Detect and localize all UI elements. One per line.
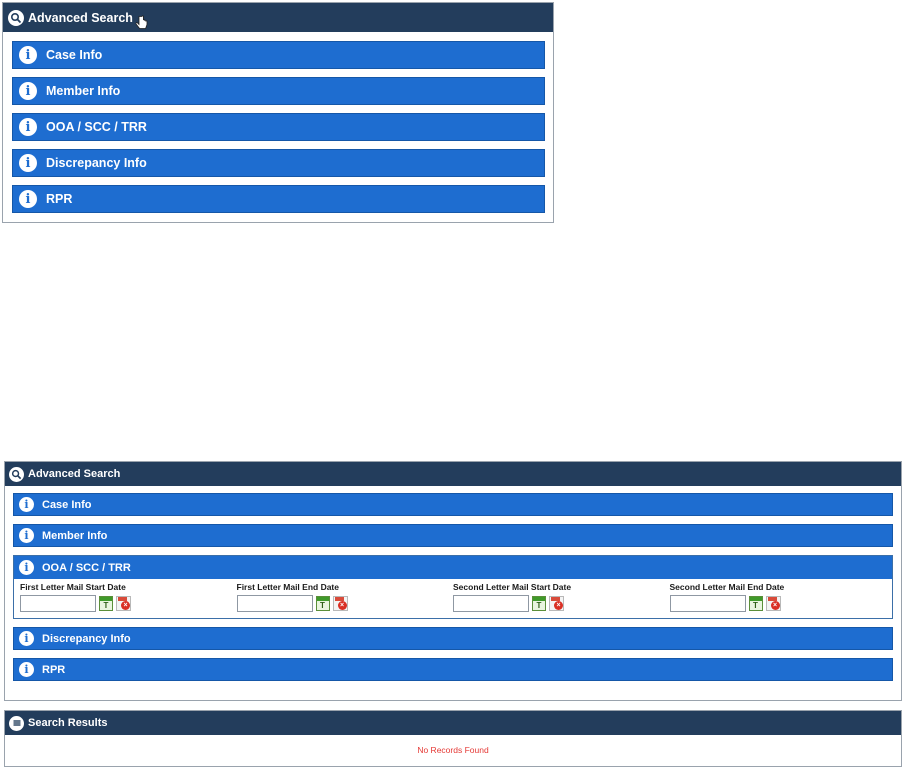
section-bar-rpr[interactable]: i RPR [13, 658, 893, 681]
info-icon: i [19, 118, 37, 136]
search-results-panel: Search Results No Records Found [4, 710, 902, 767]
section-label: Case Info [42, 498, 92, 511]
date-field-label: First Letter Mail End Date [236, 582, 340, 592]
info-icon: i [19, 190, 37, 208]
calendar-today-icon[interactable]: T [532, 596, 546, 611]
section-bar-case-info[interactable]: i Case Info [12, 41, 545, 69]
date-field-label: First Letter Mail Start Date [20, 582, 126, 592]
section-label: Member Info [42, 529, 108, 542]
calendar-clear-icon[interactable]: × [549, 596, 564, 611]
panel-title: Advanced Search [28, 10, 133, 25]
second-letter-mail-start-date-input[interactable] [453, 595, 529, 612]
section-label: Case Info [46, 48, 103, 62]
hand-cursor-icon [135, 15, 149, 34]
section-bar-rpr[interactable]: i RPR [12, 185, 545, 213]
calendar-today-label: T [320, 601, 325, 610]
first-letter-mail-start-date-input[interactable] [20, 595, 96, 612]
section-label: RPR [46, 192, 73, 206]
first-letter-mail-end-date-input[interactable] [236, 595, 313, 612]
section-label: OOA / SCC / TRR [46, 120, 147, 134]
advanced-search-header[interactable]: Advanced Search [3, 3, 553, 32]
section-bar-member-info[interactable]: i Member Info [12, 77, 545, 105]
calendar-today-label: T [103, 601, 109, 610]
date-field-label: Second Letter Mail End Date [669, 582, 785, 592]
info-icon: i [19, 154, 37, 172]
section-label: Member Info [46, 84, 121, 98]
date-field-first-letter-start: First Letter Mail Start Date T × [20, 582, 237, 612]
section-ooa-scc-trr-expanded: i OOA / SCC / TRR First Letter Mail Star… [13, 555, 893, 619]
section-label: Discrepancy Info [42, 632, 131, 645]
calendar-today-label: T [753, 601, 758, 610]
info-icon: i [19, 560, 34, 575]
magnifier-icon [8, 9, 24, 26]
info-icon: i [19, 631, 34, 646]
section-bar-discrepancy-info[interactable]: i Discrepancy Info [12, 149, 545, 177]
advanced-search-header[interactable]: Advanced Search [5, 462, 901, 486]
date-fields-row: First Letter Mail Start Date T × First L… [14, 579, 892, 618]
section-bar-ooa-scc-trr[interactable]: i OOA / SCC / TRR [14, 556, 892, 579]
section-label: Discrepancy Info [46, 156, 147, 170]
magnifier-icon [9, 466, 24, 482]
no-records-message: No Records Found [417, 745, 489, 755]
section-label: OOA / SCC / TRR [42, 561, 131, 574]
info-icon: i [19, 82, 37, 100]
advanced-search-panel-collapsed: Advanced Search i Case Info i Member Inf… [2, 2, 554, 223]
info-icon: i [19, 46, 37, 64]
section-bar-case-info[interactable]: i Case Info [13, 493, 893, 516]
panel-title: Advanced Search [28, 468, 121, 480]
calendar-today-icon[interactable]: T [315, 596, 330, 611]
info-icon: i [19, 662, 34, 677]
section-bar-member-info[interactable]: i Member Info [13, 524, 893, 547]
calendar-today-icon[interactable]: T [748, 596, 763, 611]
section-bar-ooa-scc-trr[interactable]: i OOA / SCC / TRR [12, 113, 545, 141]
calendar-clear-icon[interactable]: × [332, 596, 348, 611]
date-field-first-letter-end: First Letter Mail End Date T × [236, 582, 454, 612]
calendar-today-icon[interactable]: T [99, 596, 113, 611]
info-icon: i [19, 497, 34, 512]
calendar-today-label: T [536, 601, 542, 610]
section-label: RPR [42, 663, 66, 676]
advanced-search-panel-expanded: Advanced Search i Case Info i Member Inf… [4, 461, 902, 701]
date-field-second-letter-start: Second Letter Mail Start Date T × [453, 582, 670, 612]
info-icon: i [19, 528, 34, 543]
section-bar-discrepancy-info[interactable]: i Discrepancy Info [13, 627, 893, 650]
date-field-second-letter-end: Second Letter Mail End Date T × [669, 582, 887, 612]
date-field-label: Second Letter Mail Start Date [453, 582, 572, 592]
calendar-clear-icon[interactable]: × [765, 596, 781, 611]
list-icon [9, 715, 24, 731]
second-letter-mail-end-date-input[interactable] [669, 595, 746, 612]
panel-title: Search Results [28, 717, 108, 729]
search-results-header[interactable]: Search Results [5, 711, 901, 735]
calendar-clear-icon[interactable]: × [116, 596, 131, 611]
